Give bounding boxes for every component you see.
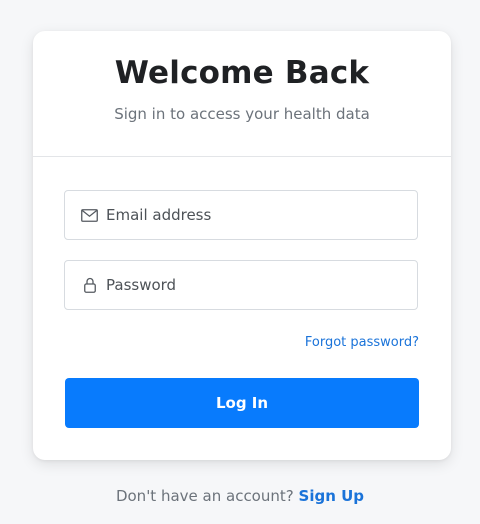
signup-prompt: Don't have an account? Sign Up: [0, 487, 480, 505]
forgot-password-link[interactable]: Forgot password?: [305, 335, 419, 350]
card-header: Welcome Back Sign in to access your heal…: [33, 31, 451, 157]
signup-prompt-text: Don't have an account?: [115, 487, 294, 505]
page-subtitle: Sign in to access your health data: [114, 105, 370, 123]
email-input[interactable]: [106, 206, 406, 224]
lock-icon: [81, 277, 98, 294]
login-card: Welcome Back Sign in to access your heal…: [33, 31, 451, 460]
email-field[interactable]: [64, 190, 418, 240]
password-input[interactable]: [106, 276, 406, 294]
password-field[interactable]: [64, 260, 418, 310]
login-button[interactable]: Log In: [65, 378, 419, 428]
signup-link[interactable]: Sign Up: [299, 487, 365, 505]
page-title: Welcome Back: [114, 55, 370, 91]
envelope-icon: [81, 207, 98, 224]
